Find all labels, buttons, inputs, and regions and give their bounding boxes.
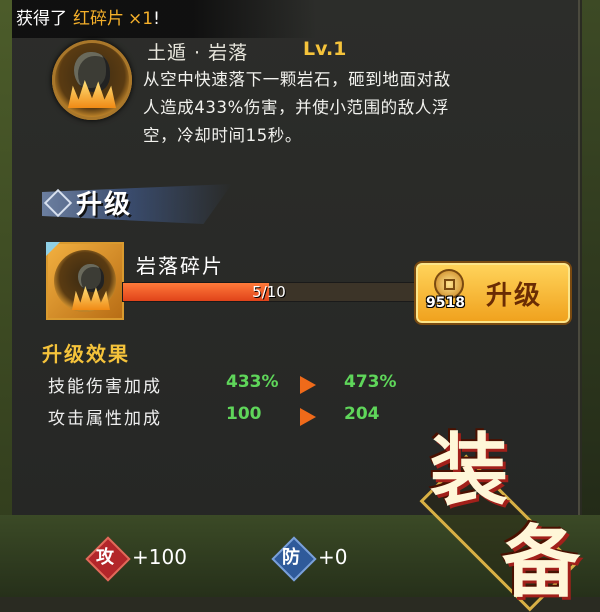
upgrade-effects-title: 升级效果 <box>42 342 130 366</box>
falling-rock-icon <box>74 52 110 92</box>
arrow-right-icon <box>300 408 316 426</box>
left-border <box>0 0 12 597</box>
toast-quantity: ×1 <box>128 9 154 29</box>
item-obtained-toast: 获得了 红碎片 ×1! <box>12 0 316 38</box>
defense-value: +0 <box>318 545 348 569</box>
effect-current-value: 433% <box>226 372 279 392</box>
fragment-progress-bar: 5/10 <box>122 282 416 302</box>
attack-value: +100 <box>132 545 187 569</box>
progress-text: 5/10 <box>252 283 286 301</box>
effect-label: 技能伤害加成 <box>48 377 162 397</box>
fragment-icon[interactable] <box>46 242 124 320</box>
upgrade-section-title: 升级 <box>76 190 133 220</box>
defense-char: 防 <box>282 547 300 568</box>
effect-label: 攻击属性加成 <box>48 409 162 429</box>
upgrade-cost: 9518 <box>426 295 465 311</box>
toast-item-name: 红碎片 <box>73 9 124 29</box>
rock-icon <box>78 264 104 292</box>
skill-description-line: 人造成433%伤害，并使小范围的敌人浮 <box>143 98 450 117</box>
equip-banner[interactable]: 装 备 <box>410 400 600 612</box>
attack-char: 攻 <box>96 547 114 568</box>
effect-next-value: 473% <box>344 372 397 392</box>
equip-char-2: 备 <box>502 517 581 608</box>
fragment-name: 岩落碎片 <box>136 254 224 278</box>
toast-suffix: ! <box>153 9 160 29</box>
upgrade-button-label: 升级 <box>486 281 543 311</box>
upgrade-button[interactable]: 9518 升级 <box>416 263 570 323</box>
skill-name: 土遁 · 岩落 <box>147 42 249 64</box>
skill-description: 从空中快速落下一颗岩石，砸到地面对敌 人造成433%伤害，并使小范围的敌人浮 空… <box>143 66 573 150</box>
equip-char-1: 装 <box>430 425 509 516</box>
skill-icon <box>52 40 132 120</box>
fragment-emblem <box>54 250 116 312</box>
effect-current-value: 100 <box>226 404 262 424</box>
skill-description-line: 空，冷却时间15秒。 <box>143 126 302 145</box>
toast-prefix: 获得了 <box>16 9 67 29</box>
arrow-right-icon <box>300 376 316 394</box>
effect-next-value: 204 <box>344 404 380 424</box>
rarity-corner-icon <box>46 242 60 256</box>
skill-level: Lv.1 <box>303 38 347 60</box>
skill-description-line: 从空中快速落下一颗岩石，砸到地面对敌 <box>143 70 451 89</box>
